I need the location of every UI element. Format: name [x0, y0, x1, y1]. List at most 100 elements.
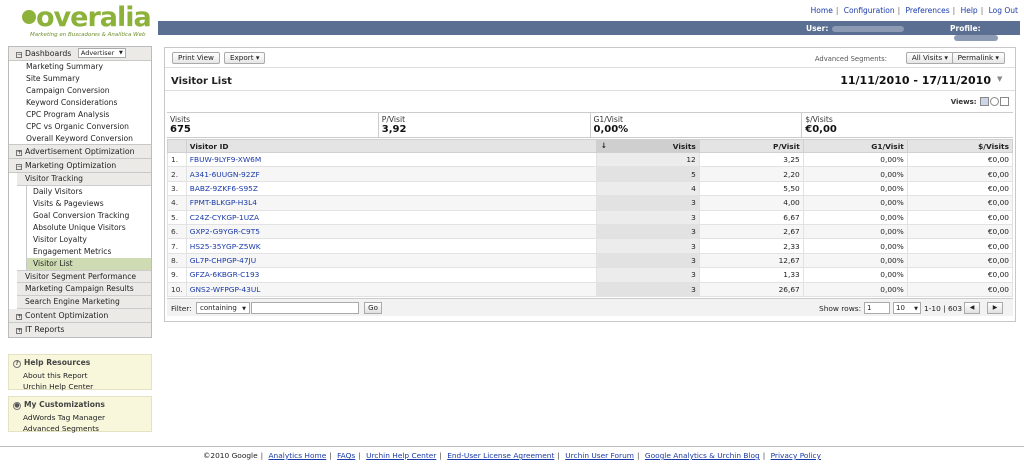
revenue-visit-header[interactable]: $/Visits	[906, 139, 1014, 153]
collapse-icon[interactable]: −	[16, 164, 22, 170]
sidebar-item-visitor-list[interactable]: Visitor List	[26, 258, 151, 270]
p-visit-cell: 1,33	[698, 267, 804, 283]
sidebar-item-overall-keyword[interactable]: Overall Keyword Conversion	[9, 133, 151, 145]
sidebar-item-campaign-conversion[interactable]: Campaign Conversion	[9, 85, 151, 97]
g1-visit-header[interactable]: G1/Visit	[802, 139, 908, 153]
start-row-input[interactable]: 1	[864, 302, 890, 314]
home-link[interactable]: Home	[811, 6, 833, 15]
divider	[0, 446, 1024, 447]
visitor-id-header[interactable]: Visitor ID	[185, 139, 597, 153]
visitor-id-link[interactable]: FBUW-9LYF9-XW6M	[190, 155, 261, 164]
visits-header[interactable]: ↓ Visits	[595, 139, 700, 153]
visitor-id-link[interactable]: FPMT-BLKGP-H3L4	[190, 198, 257, 207]
logo-mark-icon	[22, 10, 36, 24]
filter-input[interactable]	[251, 302, 359, 314]
table-row: 1. FBUW-9LYF9-XW6M 12 3,25 0,00% €0,00	[167, 151, 1014, 168]
visitor-id-link[interactable]: GL7P-CHPGP-47JU	[190, 256, 256, 265]
sidebar-item-visitor-loyalty[interactable]: Visitor Loyalty	[26, 234, 151, 246]
go-button[interactable]: Go	[364, 302, 382, 314]
filter-mode-select[interactable]: containing ▼	[196, 302, 250, 314]
eula-link[interactable]: End-User License Agreement	[447, 451, 554, 460]
urchin-help-center-link[interactable]: Urchin Help Center	[366, 451, 436, 460]
sidebar-section-content-optimization[interactable]: + Content Optimization	[9, 309, 151, 323]
report-panel: Print View Export ▾ Advanced Segments: A…	[164, 47, 1016, 322]
expand-icon[interactable]: +	[16, 314, 22, 320]
user-name-redacted	[832, 26, 905, 32]
visitor-id-link[interactable]: GNS2-WFPGP-43UL	[190, 285, 261, 294]
about-report-link[interactable]: About this Report	[9, 370, 151, 381]
sidebar-item-absolute-unique[interactable]: Absolute Unique Visitors	[26, 222, 151, 234]
sidebar-item-engagement-metrics[interactable]: Engagement Metrics	[26, 246, 151, 258]
help-resources-title: Help Resources	[24, 358, 91, 367]
permalink-button[interactable]: Permalink ▾	[951, 52, 1005, 64]
table-view-icon[interactable]	[980, 97, 989, 106]
visits-cell: 12	[595, 151, 700, 168]
next-page-button[interactable]: ▶	[987, 302, 1003, 314]
faqs-link[interactable]: FAQs	[337, 451, 355, 460]
sidebar-item-visitor-tracking[interactable]: Visitor Tracking	[17, 173, 151, 186]
privacy-policy-link[interactable]: Privacy Policy	[771, 451, 821, 460]
advanced-segments-link[interactable]: Advanced Segments	[9, 423, 151, 434]
visitor-id-link[interactable]: BABZ-9ZKF6-S95Z	[190, 184, 258, 193]
user-bar: User: Profile:	[158, 21, 1020, 41]
summary-p-visit: P/Visit 3,92	[379, 113, 591, 137]
sidebar-section-dashboards[interactable]: − Dashboards Advertiser ▼	[9, 47, 151, 61]
revenue-visit-cell: €0,00	[906, 223, 1014, 240]
adwords-tag-manager-link[interactable]: AdWords Tag Manager	[9, 412, 151, 423]
p-visit-header[interactable]: P/Visit	[698, 139, 804, 153]
expand-icon[interactable]: −	[16, 52, 22, 58]
print-view-button[interactable]: Print View	[172, 52, 220, 64]
sidebar: − Dashboards Advertiser ▼ Marketing Summar…	[8, 46, 152, 338]
logout-link[interactable]: Log Out	[989, 6, 1018, 15]
p-visit-cell: 2,67	[698, 223, 804, 240]
sidebar-item-marketing-summary[interactable]: Marketing Summary	[9, 61, 151, 73]
help-link[interactable]: Help	[961, 6, 978, 15]
g1-visit-cell: 0,00%	[802, 209, 908, 225]
urchin-forum-link[interactable]: Urchin User Forum	[565, 451, 634, 460]
dashboard-select[interactable]: Advertiser ▼	[77, 48, 126, 58]
profile-name-redacted[interactable]	[954, 35, 998, 41]
my-customizations-box: ● My Customizations AdWords Tag Manager A…	[8, 396, 152, 434]
prev-page-button[interactable]: ◀	[964, 302, 980, 314]
sidebar-item-keyword-considerations[interactable]: Keyword Considerations	[9, 97, 151, 109]
visitor-id-link[interactable]: GFZA-6KBGR-C193	[190, 270, 260, 279]
urchin-help-link[interactable]: Urchin Help Center	[9, 381, 151, 392]
export-button[interactable]: Export ▾	[224, 52, 266, 64]
rows-per-page-select[interactable]: 10 ▼	[893, 302, 921, 314]
date-range[interactable]: 11/11/2010 - 17/11/2010	[840, 74, 991, 87]
g1-visit-cell: 0,00%	[802, 252, 908, 269]
sidebar-item-daily-visitors[interactable]: Daily Visitors	[26, 186, 151, 198]
visitor-id-link[interactable]: GXP2-G9YGR-C9T5	[190, 227, 260, 236]
visits-cell: 3	[595, 281, 700, 297]
sidebar-item-search-engine-marketing[interactable]: Search Engine Marketing	[17, 296, 151, 309]
analytics-home-link[interactable]: Analytics Home	[269, 451, 327, 460]
visitor-id-link[interactable]: A341-6UUGN-92ZF	[190, 170, 260, 179]
g1-visit-cell: 0,00%	[802, 195, 908, 211]
chevron-down-icon[interactable]: ▼	[997, 75, 1007, 85]
sidebar-item-visitor-segment-performance[interactable]: Visitor Segment Performance	[17, 270, 151, 283]
sidebar-item-visits-pageviews[interactable]: Visits & Pageviews	[26, 198, 151, 210]
sidebar-item-cpc-vs-organic[interactable]: CPC vs Organic Conversion	[9, 121, 151, 133]
sidebar-section-it-reports[interactable]: + IT Reports	[9, 323, 151, 337]
pie-view-icon[interactable]	[990, 97, 999, 106]
sidebar-section-marketing-optimization[interactable]: − Marketing Optimization	[9, 159, 151, 173]
table-row: 10. GNS2-WFPGP-43UL 3 26,67 0,00% €0,00	[167, 281, 1014, 297]
visits-cell: 3	[595, 267, 700, 283]
sidebar-item-site-summary[interactable]: Site Summary	[9, 73, 151, 85]
preferences-link[interactable]: Preferences	[906, 6, 950, 15]
sidebar-item-marketing-campaign-results[interactable]: Marketing Campaign Results	[17, 283, 151, 296]
sidebar-section-ad-optimization[interactable]: + Advertisement Optimization	[9, 145, 151, 159]
expand-icon[interactable]: +	[16, 150, 22, 156]
bar-view-icon[interactable]	[1000, 97, 1009, 106]
row-number: 8.	[167, 252, 187, 269]
sidebar-item-cpc-program-analysis[interactable]: CPC Program Analysis	[9, 109, 151, 121]
expand-icon[interactable]: +	[16, 328, 22, 334]
advanced-segments-select[interactable]: All Visits ▾	[905, 52, 954, 64]
configuration-link[interactable]: Configuration	[844, 6, 895, 15]
table-row: 8. GL7P-CHPGP-47JU 3 12,67 0,00% €0,00	[167, 252, 1014, 269]
urchin-blog-link[interactable]: Google Analytics & Urchin Blog	[645, 451, 760, 460]
sidebar-item-goal-conversion[interactable]: Goal Conversion Tracking	[26, 210, 151, 222]
visitor-id-link[interactable]: HS25-35YGP-Z5WK	[190, 242, 261, 251]
visitor-id-link[interactable]: C24Z-CYKGP-1UZA	[190, 213, 259, 222]
visits-cell: 3	[595, 195, 700, 211]
